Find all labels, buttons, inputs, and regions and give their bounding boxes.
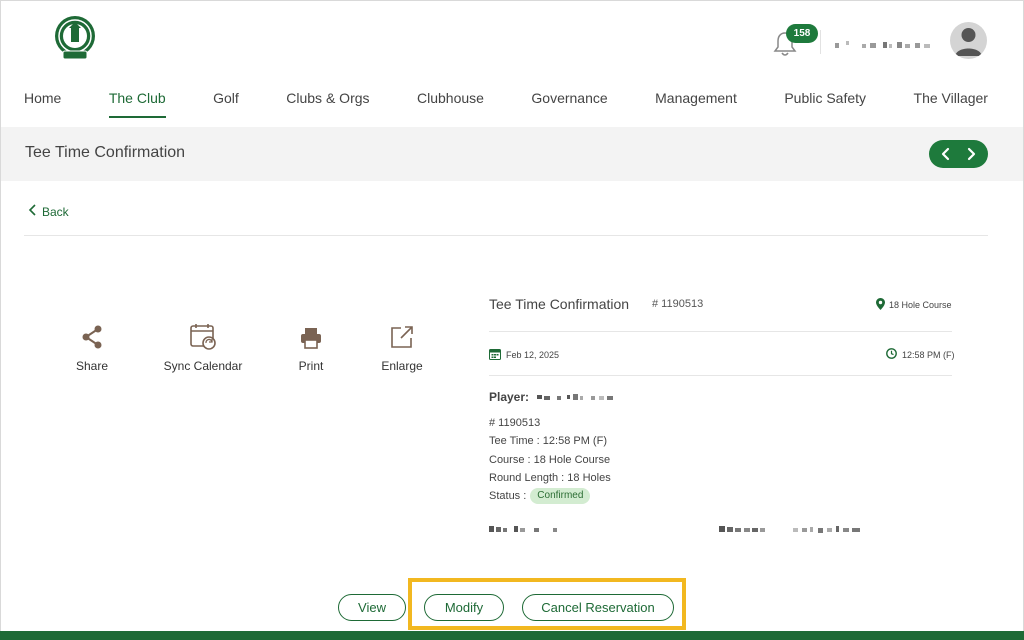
divider [489,375,952,376]
calendar-sync-icon [162,320,244,350]
nav-item-the-club[interactable]: The Club [108,90,166,118]
card-title: Tee Time Confirmation [489,296,630,312]
player-row: Player: [489,390,619,404]
page-title-bar: Tee Time Confirmation [1,127,1023,181]
nav-item-golf[interactable]: Golf [213,90,239,118]
redacted-text [719,520,864,533]
nav-item-clubs-orgs[interactable]: Clubs & Orgs [286,90,369,118]
chevron-right-icon[interactable] [964,147,978,161]
player-label: Player: [489,390,530,404]
chevron-left-icon[interactable] [939,147,953,161]
player-name-redacted [537,390,619,404]
course-info: 18 Hole Course [876,298,952,312]
detail-number: # 1190513 [489,417,541,429]
tee-details: # 1190513 Tee Time : 12:58 PM (F) Course… [489,414,611,505]
sync-calendar-button[interactable]: Sync Calendar [162,320,244,373]
course-label: 18 Hole Course [889,300,952,310]
share-icon [72,320,112,350]
enlarge-label: Enlarge [381,359,423,373]
user-name-redacted[interactable] [835,37,935,48]
main-nav: Home The Club Golf Clubs & Orgs Clubhous… [24,90,988,118]
back-link[interactable]: Back [28,204,69,219]
share-button[interactable]: Share [72,320,112,373]
time-label: 12:58 PM (F) [902,349,955,360]
confirmation-number: # 1190513 [652,298,704,310]
print-label: Print [298,359,324,373]
nav-item-governance[interactable]: Governance [531,90,607,118]
calendar-icon [489,348,501,362]
redacted-text [489,520,559,532]
clock-icon [886,348,897,361]
nav-item-public-safety[interactable]: Public Safety [784,90,866,118]
prev-next-pager [929,140,988,168]
cancel-reservation-button[interactable]: Cancel Reservation [522,594,674,621]
user-avatar-icon[interactable] [950,22,987,59]
modify-button[interactable]: Modify [424,594,504,621]
back-label: Back [42,204,69,219]
enlarge-button[interactable]: Enlarge [380,320,424,373]
divider [489,331,952,332]
page-title: Tee Time Confirmation [25,144,186,161]
nav-item-home[interactable]: Home [24,90,61,118]
map-pin-icon [876,298,885,312]
nav-item-the-villager[interactable]: The Villager [914,90,988,118]
nav-item-clubhouse[interactable]: Clubhouse [417,90,484,118]
status-label: Status : [489,490,527,503]
sync-calendar-label: Sync Calendar [163,359,243,373]
detail-course: Course : 18 Hole Course [489,453,611,466]
header-divider [820,30,821,54]
view-button[interactable]: View [338,594,406,621]
nav-item-management[interactable]: Management [655,90,737,118]
divider [24,235,988,236]
notification-count-badge: 158 [786,24,818,43]
status-badge: Confirmed [530,488,591,505]
print-button[interactable]: Print [291,320,331,373]
share-label: Share [75,359,109,373]
footer-bar [0,631,1024,640]
date-label: Feb 12, 2025 [506,350,560,360]
printer-icon [291,320,331,350]
tee-time: 12:58 PM (F) [886,348,955,361]
external-link-icon [380,320,424,350]
villages-logo[interactable] [53,14,97,62]
chevron-left-icon [28,204,38,219]
detail-status: Status : Confirmed [489,487,611,505]
detail-round-length: Round Length : 18 Holes [489,471,611,484]
tee-date: Feb 12, 2025 [489,348,559,362]
detail-tee-time: Tee Time : 12:58 PM (F) [489,435,607,448]
